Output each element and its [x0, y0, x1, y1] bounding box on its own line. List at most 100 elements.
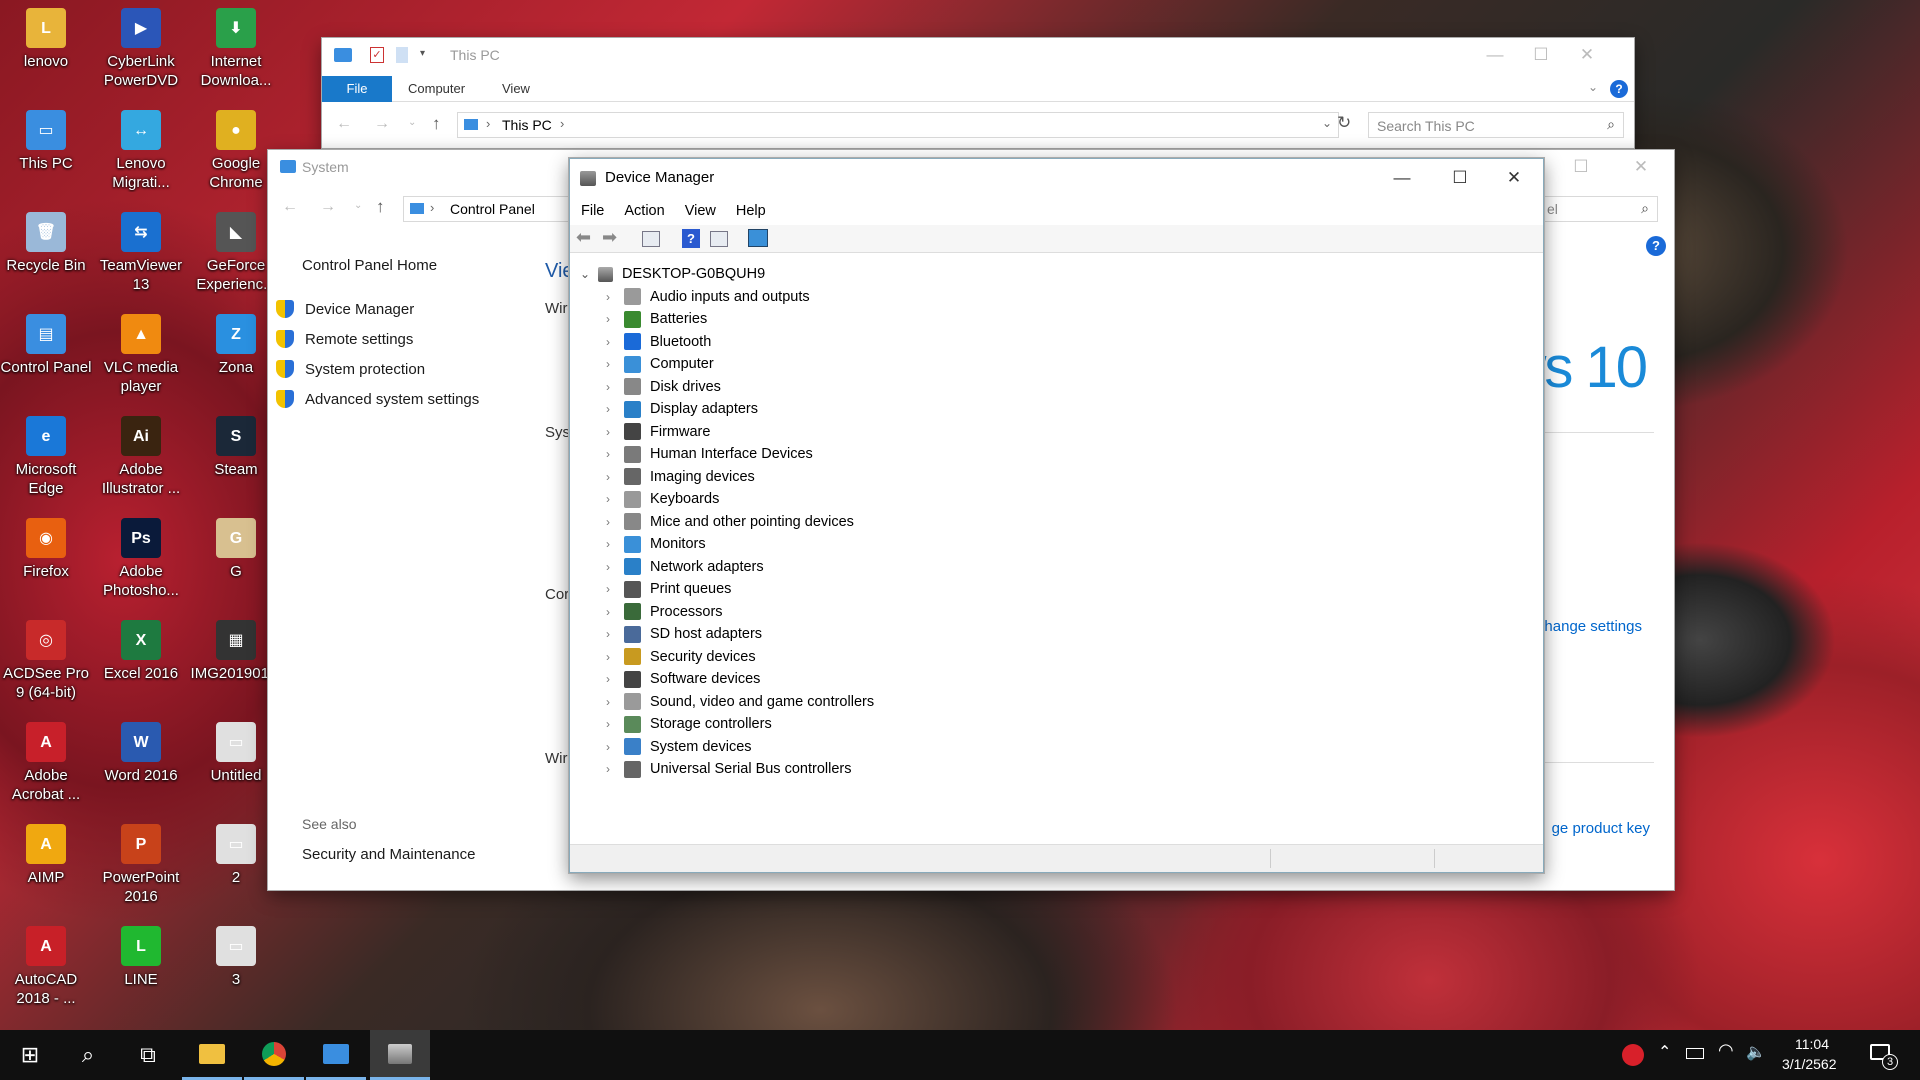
qat-properties-icon[interactable]: ✓: [370, 47, 384, 63]
dm-category-item[interactable]: › System devices: [570, 736, 1543, 759]
desktop-icon[interactable]: ▤ Control Panel: [0, 314, 92, 377]
dm-category-item[interactable]: › Storage controllers: [570, 713, 1543, 736]
desktop-icon[interactable]: Ps Adobe Photosho...: [95, 518, 187, 600]
device-manager-window[interactable]: Device Manager — ☐ ✕ File Action View He…: [569, 158, 1544, 873]
forward-arrow-icon[interactable]: →: [374, 115, 390, 133]
system-task-link[interactable]: Device Manager: [276, 294, 568, 324]
expand-chevron-icon[interactable]: ›: [606, 380, 610, 394]
explorer-maximize-button[interactable]: ☐: [1518, 40, 1564, 70]
desktop-icon[interactable]: ▭ 3: [190, 926, 282, 989]
tab-file[interactable]: File: [322, 76, 392, 102]
dm-category-item[interactable]: › Firmware: [570, 421, 1543, 444]
dm-root-node[interactable]: ⌄ DESKTOP-G0BQUH9: [570, 263, 1543, 286]
expand-chevron-icon[interactable]: ›: [606, 537, 610, 551]
expand-chevron-icon[interactable]: ›: [606, 582, 610, 596]
dm-category-item[interactable]: › Computer: [570, 353, 1543, 376]
tab-view[interactable]: View: [502, 76, 530, 102]
up-arrow-icon[interactable]: ↑: [432, 114, 441, 134]
explorer-close-button[interactable]: ✕: [1564, 40, 1610, 70]
expand-chevron-icon[interactable]: ›: [606, 312, 610, 326]
expand-chevron-icon[interactable]: ›: [606, 335, 610, 349]
desktop-icon[interactable]: Llenovo: [0, 8, 92, 71]
dm-category-item[interactable]: › Network adapters: [570, 556, 1543, 579]
dm-help-icon[interactable]: ?: [682, 229, 700, 248]
expand-chevron-icon[interactable]: ›: [606, 672, 610, 686]
expand-chevron-icon[interactable]: ›: [606, 515, 610, 529]
desktop-icon[interactable]: ▲ VLC media player: [95, 314, 187, 396]
dm-category-item[interactable]: › Processors: [570, 601, 1543, 624]
expand-chevron-icon[interactable]: ›: [606, 402, 610, 416]
dm-forward-icon[interactable]: ➡: [602, 227, 617, 248]
desktop-icon[interactable]: W Word 2016: [95, 722, 187, 785]
volume-icon[interactable]: 🔈: [1746, 1042, 1766, 1062]
desktop-icon[interactable]: ⇆ TeamViewer 13: [95, 212, 187, 294]
change-settings-link[interactable]: hange settings: [1544, 618, 1642, 635]
qat-newfolder-icon[interactable]: [396, 47, 408, 63]
dm-close-button[interactable]: ✕: [1491, 163, 1537, 193]
dm-category-item[interactable]: › Sound, video and game controllers: [570, 691, 1543, 714]
dm-scan-hardware-icon[interactable]: [748, 229, 768, 247]
dm-category-item[interactable]: › SD host adapters: [570, 623, 1543, 646]
dm-category-item[interactable]: › Universal Serial Bus controllers: [570, 758, 1543, 781]
system-maximize-button[interactable]: ☐: [1558, 152, 1604, 182]
desktop-icon[interactable]: X Excel 2016: [95, 620, 187, 683]
back-arrow-icon[interactable]: ←: [336, 115, 352, 133]
system-back-icon[interactable]: ←: [282, 198, 298, 216]
dm-category-item[interactable]: › Print queues: [570, 578, 1543, 601]
file-explorer-taskbar-icon[interactable]: [182, 1030, 242, 1080]
battery-icon[interactable]: [1686, 1048, 1704, 1059]
expand-chevron-icon[interactable]: ›: [606, 357, 610, 371]
expand-chevron-icon[interactable]: ›: [606, 695, 610, 709]
expand-chevron-icon[interactable]: ›: [606, 627, 610, 641]
system-address-control-panel[interactable]: Control Panel: [450, 201, 535, 217]
start-windows-icon[interactable]: ⊞: [0, 1030, 60, 1080]
system-help-icon[interactable]: ?: [1646, 236, 1666, 256]
desktop-icon[interactable]: ▶ CyberLink PowerDVD 17: [95, 8, 187, 90]
dm-category-item[interactable]: › Display adapters: [570, 398, 1543, 421]
desktop-icon[interactable]: P PowerPoint 2016: [95, 824, 187, 906]
refresh-icon[interactable]: ↻: [1337, 113, 1351, 133]
dm-category-item[interactable]: › Monitors: [570, 533, 1543, 556]
qat-dropdown-icon[interactable]: ▾: [420, 48, 425, 59]
desktop-icon[interactable]: Ai Adobe Illustrator ...: [95, 416, 187, 498]
tab-computer[interactable]: Computer: [408, 76, 465, 102]
desktop-icon[interactable]: ◎ ACDSee Pro 9 (64-bit): [0, 620, 92, 702]
taskbar-search-icon[interactable]: ⌕: [58, 1030, 118, 1080]
recent-dropdown-icon[interactable]: ⌄: [408, 117, 416, 128]
expand-chevron-icon[interactable]: ›: [606, 425, 610, 439]
explorer-window[interactable]: ✓ ▾ This PC — ☐ ✕ File Computer View ⌄ ?…: [322, 38, 1634, 148]
expand-chevron-icon[interactable]: ›: [606, 447, 610, 461]
explorer-titlebar[interactable]: ✓ ▾ This PC — ☐ ✕: [322, 38, 1634, 72]
expand-chevron-icon[interactable]: ›: [606, 605, 610, 619]
expand-chevron-icon[interactable]: ›: [606, 740, 610, 754]
control-panel-home-link[interactable]: Control Panel Home: [268, 250, 568, 280]
expand-chevron-icon[interactable]: ›: [606, 650, 610, 664]
dm-update-driver-icon[interactable]: [710, 231, 728, 247]
control-panel-taskbar-icon[interactable]: [306, 1030, 366, 1080]
desktop-icon[interactable]: A AutoCAD 2018 - ...: [0, 926, 92, 1008]
dm-minimize-button[interactable]: —: [1379, 163, 1425, 193]
expand-chevron-icon[interactable]: ›: [606, 762, 610, 776]
system-up-icon[interactable]: ↑: [376, 197, 385, 217]
task-view-icon[interactable]: ⧉: [118, 1030, 178, 1080]
root-expand-icon[interactable]: ⌄: [580, 267, 590, 281]
chrome-taskbar-icon[interactable]: [244, 1030, 304, 1080]
expand-chevron-icon[interactable]: ›: [606, 492, 610, 506]
desktop-icon[interactable]: A AIMP: [0, 824, 92, 887]
dm-category-item[interactable]: › Bluetooth: [570, 331, 1543, 354]
address-dropdown-icon[interactable]: ⌄: [1322, 116, 1332, 130]
desktop-icon[interactable]: A Adobe Acrobat ...: [0, 722, 92, 804]
dm-menu-view[interactable]: View: [685, 203, 716, 219]
dm-menu-help[interactable]: Help: [736, 203, 766, 219]
dm-properties-icon[interactable]: [642, 231, 660, 247]
dm-category-item[interactable]: › Security devices: [570, 646, 1543, 669]
explorer-minimize-button[interactable]: —: [1472, 40, 1518, 70]
dm-category-item[interactable]: › Imaging devices: [570, 466, 1543, 489]
desktop-icon[interactable]: ◉ Firefox: [0, 518, 92, 581]
system-close-button[interactable]: ✕: [1618, 152, 1664, 182]
help-icon[interactable]: ?: [1610, 80, 1628, 98]
address-bar[interactable]: › This PC › ⌄: [457, 112, 1339, 138]
tray-app-icon[interactable]: [1622, 1044, 1644, 1066]
dm-category-item[interactable]: › Disk drives: [570, 376, 1543, 399]
desktop-icon[interactable]: 🗑 Recycle Bin: [0, 212, 92, 275]
